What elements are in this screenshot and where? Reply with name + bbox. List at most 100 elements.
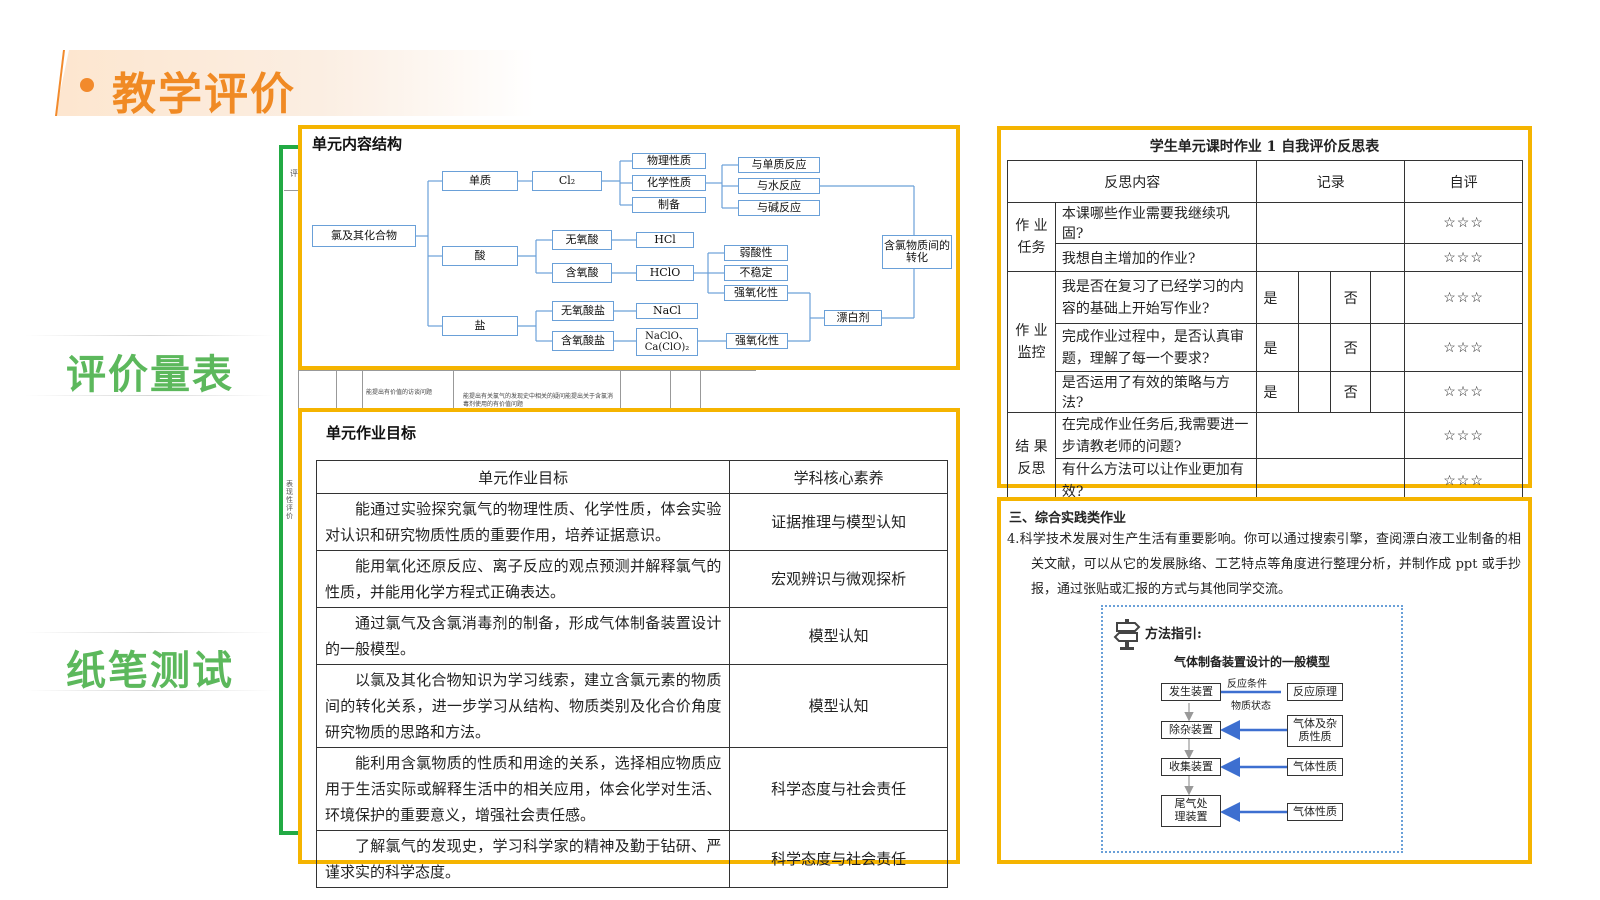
bg-doc-text: 能提出有价值的访谈问题 — [366, 389, 433, 396]
record-cell — [1298, 271, 1332, 324]
tree-node-element: 单质 — [442, 171, 518, 191]
question-cell: 我想自主增加的作业? — [1054, 243, 1258, 272]
tree-node-reaction: 与水反应 — [738, 178, 820, 194]
tree-node-nacl: NaCl — [636, 303, 698, 319]
group-label: 作 业任务 — [1007, 202, 1056, 272]
record-cell — [1256, 202, 1406, 244]
tree-node-oxyacid: 含氧酸 — [552, 263, 612, 283]
table-row: 通过氯气及含氯消毒剂的制备，形成气体制备装置设计的一般模型。 模型认知 — [315, 607, 948, 665]
tree-node-oxygen-free-acid: 无氧酸 — [552, 230, 612, 250]
divider — [25, 690, 275, 691]
reflection-title: 学生单元课时作业 1 自我评价反思表 — [1149, 139, 1380, 155]
goal-cell: 通过氯气及含氯消毒剂的制备，形成气体制备装置设计的一般模型。 — [315, 607, 731, 665]
tree-node-property: 弱酸性 — [724, 245, 788, 261]
tree-node-cl2: Cl₂ — [532, 171, 602, 191]
column-header: 学科核心素养 — [729, 460, 948, 494]
side-label-evaluation-scale: 评价量表 — [66, 352, 234, 398]
column-header: 单元作业目标 — [315, 460, 731, 494]
table-row: 了解氯气的发现史，学习科学家的精神及勤于钻研、严谨求实的科学态度。 科学态度与社… — [315, 830, 948, 888]
tree-node-naclo: NaClO、Ca(ClO)₂ — [636, 328, 698, 356]
table-row: 结 果反思 在完成作业任务后,我需要进一步请教老师的问题? ☆☆☆ — [1007, 412, 1523, 504]
practice-title: 三、综合实践类作业 — [1009, 511, 1127, 526]
tree-node-conversion: 含氯物质间的转化 — [882, 235, 952, 269]
tree-node-oxysalt: 含氧酸盐 — [552, 331, 614, 351]
star-rating: ☆☆☆ — [1404, 323, 1523, 372]
literacy-cell: 证据推理与模型认知 — [729, 493, 948, 551]
tree-node-bleach: 漂白剂 — [824, 310, 882, 326]
literacy-cell: 模型认知 — [729, 607, 948, 665]
condition-label: 反应条件 — [1227, 679, 1267, 690]
record-cell — [1298, 323, 1332, 372]
reflection-card: 学生单元课时作业 1 自我评价反思表 反思内容 记录 自评 作 业任务 本课哪些… — [997, 126, 1532, 504]
flow-connectors — [1184, 690, 1287, 822]
table-row: 能通过实验探究氯气的物理性质、化学性质，体会实验对认识和研究物质性质的重要作用，… — [315, 493, 948, 551]
star-rating: ☆☆☆ — [1404, 243, 1523, 272]
goals-table: 单元作业目标 学科核心素养 能通过实验探究氯气的物理性质、化学性质，体会实验对认… — [315, 460, 948, 888]
group-label: 结 果反思 — [1007, 412, 1056, 504]
homework-goals-card: 单元作业目标 单元作业目标 学科核心素养 能通过实验探究氯气的物理性质、化学性质… — [298, 408, 960, 888]
tree-node-salt: 盐 — [442, 316, 518, 336]
content-structure-card: 单元内容结构 氯及其化合物 单质 酸 盐 Cl₂ 物理性质 化学性质 制备 与单… — [298, 125, 960, 370]
flow-box-gas-property: 气体性质 — [1287, 803, 1343, 821]
bg-doc-row: 能提出有价值的访谈问题 能提出有关氯气的发现史中相关的疑问能提出关于含氯消毒剂使… — [298, 370, 756, 411]
flow-box-impurity: 气体及杂质性质 — [1287, 715, 1343, 747]
flow-step-tail-gas: 尾气处理装置 — [1161, 795, 1221, 827]
divider — [25, 335, 275, 336]
column-header: 记录 — [1256, 160, 1406, 203]
side-label-paper-test: 纸笔测试 — [66, 648, 234, 694]
question-cell: 是否运用了有效的策略与方法? — [1054, 371, 1258, 413]
reflection-table: 反思内容 记录 自评 作 业任务 本课哪些作业需要我继续巩固? ☆☆☆ 我想自主… — [1006, 160, 1523, 504]
record-cell — [1256, 412, 1406, 459]
tree-node-hclo: HClO — [636, 265, 694, 281]
tree-connectors — [416, 160, 915, 342]
bg-doc-text: 表现性评价 — [286, 480, 293, 520]
divider — [25, 632, 275, 633]
no-cell: 否 — [1330, 371, 1372, 413]
goal-cell: 能通过实验探究氯气的物理性质、化学性质，体会实验对认识和研究物质性质的重要作用，… — [315, 493, 731, 551]
record-cell — [1370, 371, 1406, 413]
star-rating: ☆☆☆ — [1404, 412, 1523, 459]
goal-cell: 以氯及其化合物知识为学习线索，建立含氯元素的物质间的转化关系，进一步学习从结构、… — [315, 664, 731, 748]
practice-text: 4.科学技术发展对生产生活有重要影响。你可以通过搜索引擎，查阅漂白液工业制备的相… — [1007, 532, 1521, 597]
tree-node-physical: 物理性质 — [632, 153, 706, 169]
flow-step-purification: 除杂装置 — [1161, 721, 1221, 739]
divider — [284, 190, 298, 191]
literacy-cell: 科学态度与社会责任 — [729, 830, 948, 888]
yes-cell: 是 — [1256, 371, 1300, 413]
literacy-cell: 宏观辨识与微观探析 — [729, 550, 948, 608]
yes-cell: 是 — [1256, 271, 1300, 324]
goal-cell: 了解氯气的发现史，学习科学家的精神及勤于钻研、严谨求实的科学态度。 — [315, 830, 731, 888]
column-header: 反思内容 — [1006, 160, 1258, 203]
bg-doc-text: 评 — [290, 169, 298, 178]
divider — [25, 395, 275, 396]
yes-cell: 是 — [1256, 323, 1300, 372]
record-cell — [1256, 243, 1406, 272]
tree-node-property: 不稳定 — [724, 265, 788, 281]
tree-node-chemical: 化学性质 — [632, 175, 706, 191]
tree-node-root: 氯及其化合物 — [312, 225, 416, 247]
no-cell: 否 — [1330, 323, 1372, 372]
flow-step-collection: 收集装置 — [1161, 758, 1221, 776]
method-guide-box: 方法指引: 气体制备装置设计的一般模型 反应条件 物质状态 发生装置 除杂装置 … — [1101, 605, 1403, 853]
tree-node-hcl: HCl — [636, 232, 694, 248]
literacy-cell: 科学态度与社会责任 — [729, 747, 948, 831]
group-label: 作 业监控 — [1007, 271, 1056, 413]
tree-node-reaction: 与碱反应 — [738, 200, 820, 216]
star-rating: ☆☆☆ — [1404, 202, 1523, 244]
star-rating: ☆☆☆ — [1404, 271, 1523, 324]
table-row: 完成作业过程中，是否认真审题，理解了每一个要求? 是 否 ☆☆☆ — [1008, 323, 1523, 372]
tree-node-reaction: 与单质反应 — [738, 157, 820, 173]
page-title: 教学评价 — [112, 69, 296, 120]
table-row: 以氯及其化合物知识为学习线索，建立含氯元素的物质间的转化关系，进一步学习从结构、… — [315, 664, 948, 748]
table-row: 能用氧化还原反应、离子反应的观点预测并解释氯气的性质，并能用化学方程式正确表达。… — [315, 550, 948, 608]
literacy-cell: 模型认知 — [729, 664, 948, 748]
bullet-dot-icon — [80, 78, 94, 92]
record-cell — [1298, 371, 1332, 413]
record-cell — [1370, 271, 1406, 324]
tree-node-strong-oxidizing: 强氧化性 — [726, 333, 788, 349]
tree-node-oxygen-free-salt: 无氧酸盐 — [552, 301, 614, 321]
bg-doc-text: 能提出有关氯气的发现史中相关的疑问能提出关于含氯消毒剂使用的有价值问题 — [463, 393, 614, 408]
no-cell: 否 — [1330, 271, 1372, 324]
table-row: 是否运用了有效的策略与方法? 是 否 ☆☆☆ — [1008, 371, 1523, 413]
table-row: 我想自主增加的作业? ☆☆☆ — [1008, 243, 1523, 272]
